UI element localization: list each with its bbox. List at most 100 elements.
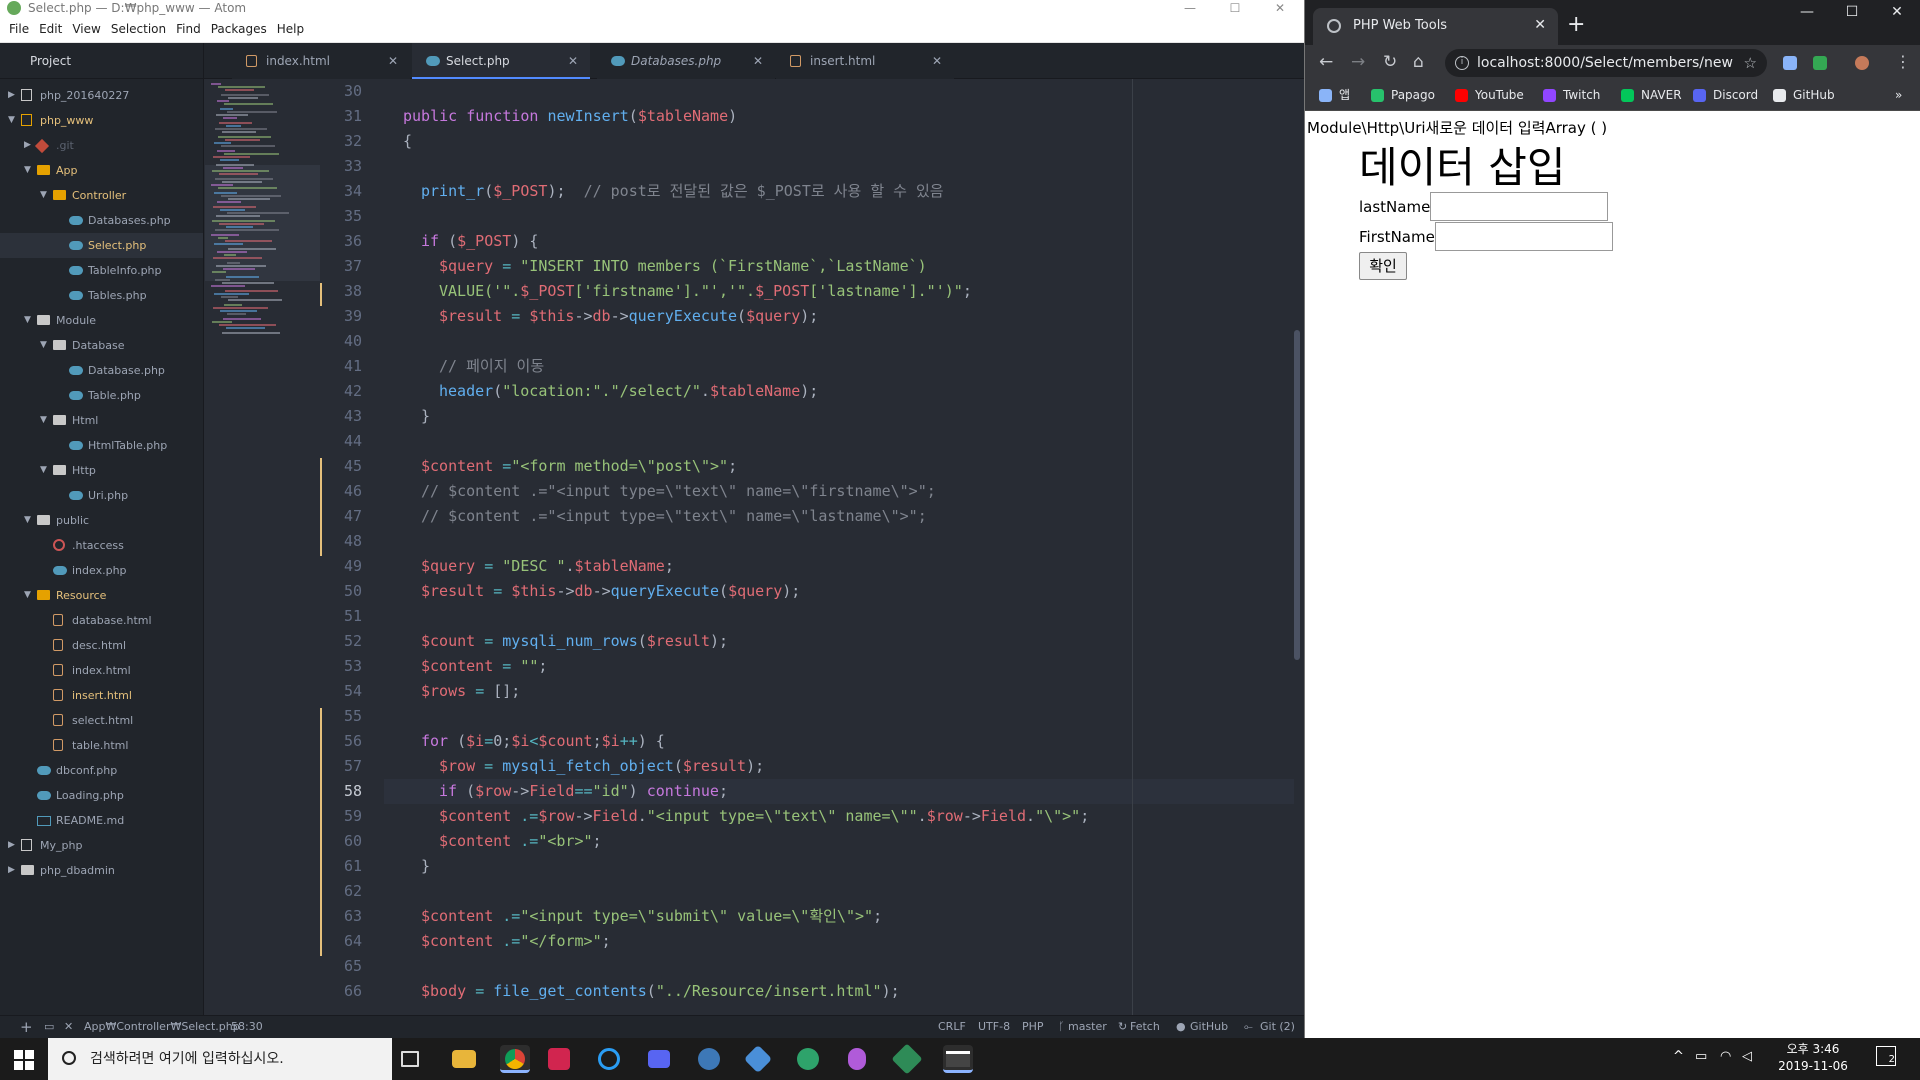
tree-item[interactable]: ▼ Database: [0, 333, 203, 358]
app-icon-3[interactable]: [848, 1048, 866, 1070]
chrome-close-button[interactable]: ✕: [1877, 4, 1917, 20]
code-line[interactable]: [384, 79, 403, 104]
tree-item[interactable]: insert.html: [0, 683, 203, 708]
tree-item[interactable]: ▼ public: [0, 508, 203, 533]
close-tab-icon[interactable]: ✕: [388, 43, 398, 79]
editor-tab-index-html[interactable]: index.html ✕: [232, 43, 410, 79]
chevron-right-icon[interactable]: ▶: [24, 133, 31, 158]
clock[interactable]: 오후 3:46 2019-11-06: [1768, 1041, 1858, 1075]
code-line[interactable]: // $content .="<input type=\"text\" name…: [384, 479, 936, 504]
code-line[interactable]: $content ="<form method=\"post\">";: [384, 454, 737, 479]
code-line[interactable]: public function newInsert($tableName): [384, 104, 737, 129]
chevron-down-icon[interactable]: ▼: [24, 308, 31, 333]
tree-item[interactable]: ▼ Controller: [0, 183, 203, 208]
add-icon[interactable]: +: [20, 1016, 33, 1038]
tree-item[interactable]: index.html: [0, 658, 203, 683]
windows-start-icon[interactable]: [14, 1050, 34, 1070]
chevron-right-icon[interactable]: ▶: [8, 858, 15, 883]
tree-item[interactable]: Select.php: [0, 233, 203, 258]
tree-item[interactable]: index.php: [0, 558, 203, 583]
menu-packages[interactable]: Packages: [206, 16, 272, 43]
code-line[interactable]: // $content .="<input type=\"text\" name…: [384, 504, 927, 529]
menu-selection[interactable]: Selection: [106, 16, 171, 43]
code-line[interactable]: [384, 204, 403, 229]
tree-item[interactable]: README.md: [0, 808, 203, 833]
info-icon[interactable]: i: [1455, 56, 1469, 70]
lastname-input[interactable]: [1430, 192, 1609, 221]
tree-item[interactable]: ▼ App: [0, 158, 203, 183]
github-panel[interactable]: GitHub: [1190, 1016, 1228, 1038]
menu-file[interactable]: File: [4, 16, 34, 43]
code-line[interactable]: $result = $this->db->queryExecute($query…: [384, 579, 800, 604]
tree-item[interactable]: ▶ php_201640227: [0, 83, 203, 108]
close-button[interactable]: ✕: [1260, 0, 1300, 16]
tree-item[interactable]: Databases.php: [0, 208, 203, 233]
browser-tab[interactable]: PHP Web Tools ✕: [1313, 8, 1558, 45]
tree-item[interactable]: ▶ php_dbadmin: [0, 858, 203, 883]
code-line[interactable]: if ($row->Field=="id") continue;: [384, 779, 1294, 804]
chevron-right-icon[interactable]: ▶: [8, 83, 15, 108]
code-line[interactable]: $query = "INSERT INTO members (`FirstNam…: [384, 254, 927, 279]
bookmark-naver[interactable]: NAVER: [1621, 81, 1682, 109]
code-line[interactable]: $body = file_get_contents("../Resource/i…: [384, 979, 900, 1004]
tree-item[interactable]: HtmlTable.php: [0, 433, 203, 458]
file-path[interactable]: App₩Controller₩Select.php: [84, 1016, 240, 1038]
code-line[interactable]: if ($_POST) {: [384, 229, 538, 254]
code-line[interactable]: $content .=$row->Field."<input type=\"te…: [384, 804, 1089, 829]
new-tab-button[interactable]: +: [1567, 9, 1585, 41]
tree-item[interactable]: Tables.php: [0, 283, 203, 308]
editor-tab-insert-html[interactable]: insert.html ✕: [776, 43, 954, 79]
code-line[interactable]: // 페이지 이동: [384, 354, 544, 379]
code-line[interactable]: [384, 529, 403, 554]
code-line[interactable]: $query = "DESC ".$tableName;: [384, 554, 674, 579]
code-line[interactable]: [384, 604, 403, 629]
menu-help[interactable]: Help: [272, 16, 309, 43]
bookmark-papago[interactable]: Papago: [1371, 81, 1435, 109]
tray-expand-icon[interactable]: ^: [1673, 1049, 1684, 1064]
chevron-down-icon[interactable]: ▼: [40, 333, 47, 358]
tree-item[interactable]: Uri.php: [0, 483, 203, 508]
home-button[interactable]: ⌂: [1413, 51, 1424, 73]
tree-item[interactable]: ▼ Resource: [0, 583, 203, 608]
tree-item[interactable]: ▼ Html: [0, 408, 203, 433]
editor-tab-select-php[interactable]: Select.php ✕: [412, 43, 590, 79]
tree-item[interactable]: dbconf.php: [0, 758, 203, 783]
chrome-maximize-button[interactable]: ☐: [1832, 4, 1872, 20]
code-line[interactable]: print_r($_POST); // post로 전달된 값은 $_POST로…: [384, 179, 944, 204]
code-line[interactable]: for ($i=0;$i<$count;$i++) {: [384, 729, 665, 754]
chevron-down-icon[interactable]: ▼: [40, 408, 47, 433]
bookmarks-more-button[interactable]: »: [1895, 81, 1902, 109]
chrome-menu-icon[interactable]: ⋮: [1895, 51, 1911, 73]
app-icon-2[interactable]: [797, 1048, 819, 1070]
discord-icon[interactable]: [648, 1050, 670, 1068]
close-tab-icon[interactable]: ✕: [568, 43, 578, 79]
tree-item[interactable]: ▼ Module: [0, 308, 203, 333]
tree-item[interactable]: ▶ .git: [0, 133, 203, 158]
code-line[interactable]: }: [384, 404, 430, 429]
chevron-down-icon[interactable]: ▼: [40, 183, 47, 208]
grammar[interactable]: PHP: [1022, 1016, 1044, 1038]
menu-find[interactable]: Find: [171, 16, 206, 43]
tree-item[interactable]: database.html: [0, 608, 203, 633]
terminal-icon[interactable]: ▭: [44, 1016, 54, 1038]
tree-item[interactable]: Loading.php: [0, 783, 203, 808]
bookmark-youtube[interactable]: YouTube: [1455, 81, 1524, 109]
cursor-position[interactable]: 58:30: [231, 1016, 263, 1038]
code-line[interactable]: [384, 879, 403, 904]
editor-scrollbar[interactable]: [1294, 330, 1300, 660]
menu-view[interactable]: View: [67, 16, 105, 43]
back-button[interactable]: ←: [1319, 51, 1333, 73]
code-line[interactable]: }: [384, 854, 430, 879]
extension-adblock-icon[interactable]: [1813, 56, 1827, 70]
forward-button[interactable]: →: [1351, 51, 1365, 73]
code-line[interactable]: $content .="<br>";: [384, 829, 602, 854]
chevron-down-icon[interactable]: ▼: [40, 458, 47, 483]
tree-item[interactable]: ▼ php_www: [0, 108, 203, 133]
reload-button[interactable]: ↻: [1383, 51, 1397, 73]
code-line[interactable]: $content .="</form>";: [384, 929, 611, 954]
bookmark-github[interactable]: GitHub: [1773, 81, 1835, 109]
git-branch[interactable]: master: [1068, 1016, 1107, 1038]
tree-item[interactable]: TableInfo.php: [0, 258, 203, 283]
line-ending[interactable]: CRLF: [938, 1016, 966, 1038]
code-line[interactable]: $content = "";: [384, 654, 547, 679]
